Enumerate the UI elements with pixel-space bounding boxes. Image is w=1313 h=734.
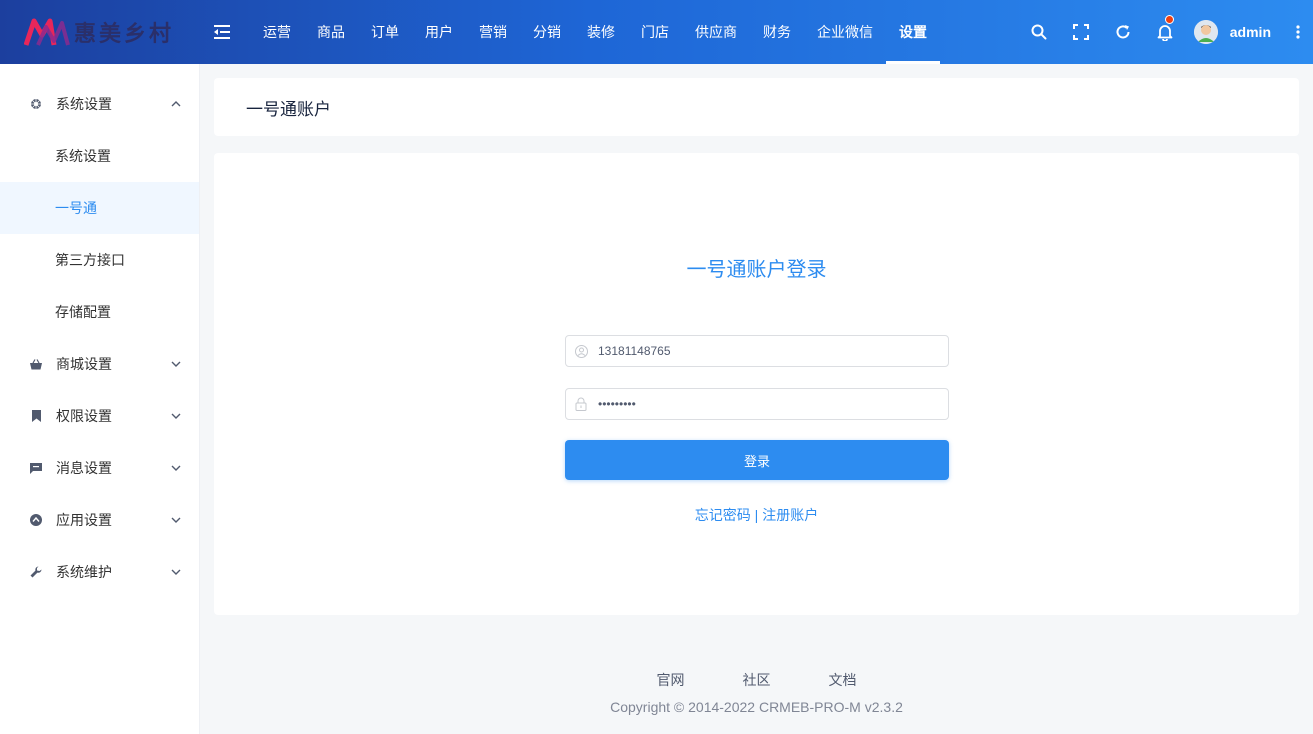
sidebar-group-label: 消息设置 <box>56 460 112 476</box>
menu-collapse-button[interactable] <box>212 22 232 42</box>
nav-product[interactable]: 商品 <box>304 0 358 64</box>
chevron-down-icon <box>171 517 181 523</box>
chevron-down-icon <box>171 413 181 419</box>
lock-icon <box>574 397 588 411</box>
nav-user[interactable]: 用户 <box>412 0 466 64</box>
chevron-down-icon <box>171 569 181 575</box>
refresh-button[interactable] <box>1102 0 1144 64</box>
fullscreen-button[interactable] <box>1060 0 1102 64</box>
login-title: 一号通账户登录 <box>686 259 827 281</box>
chevron-down-icon <box>171 465 181 471</box>
logo[interactable]: 惠美乡村 <box>0 0 200 64</box>
more-vertical-icon <box>1296 25 1300 39</box>
bookmark-icon <box>30 410 42 422</box>
app-icon <box>30 514 42 526</box>
sidebar-group-label: 系统设置 <box>56 96 112 112</box>
phone-field[interactable] <box>565 335 949 367</box>
footer-link-website[interactable]: 官网 <box>657 670 685 690</box>
password-input[interactable] <box>598 397 928 411</box>
sidebar-group-system-settings[interactable]: 系统设置 <box>0 78 199 130</box>
login-card: 一号通账户登录 登录 忘记密码 | 注册账户 <box>214 153 1299 615</box>
header-tools: admin <box>1018 0 1313 64</box>
username: admin <box>1229 24 1271 40</box>
refresh-icon <box>1116 25 1130 39</box>
bell-icon <box>1157 24 1173 41</box>
sidebar-item-storage-config[interactable]: 存储配置 <box>0 286 199 338</box>
wrench-icon <box>30 566 42 578</box>
sidebar-item-yihaotong[interactable]: 一号通 <box>0 182 199 234</box>
nav-supplier[interactable]: 供应商 <box>682 0 750 64</box>
nav-decoration[interactable]: 装修 <box>574 0 628 64</box>
sidebar-group-app-settings[interactable]: 应用设置 <box>0 494 199 546</box>
page-header-card: 一号通账户 <box>214 78 1299 136</box>
nav-store[interactable]: 门店 <box>628 0 682 64</box>
sidebar-item-third-party-api[interactable]: 第三方接口 <box>0 234 199 286</box>
sidebar: 系统设置 系统设置 一号通 第三方接口 存储配置 商城设置 权限设置 消息设置 … <box>0 64 200 734</box>
menu-fold-icon <box>214 25 230 39</box>
top-header: 惠美乡村 运营 商品 订单 用户 营销 分销 装修 门店 供应商 财务 企业微信… <box>0 0 1313 64</box>
search-icon <box>1031 24 1047 40</box>
nav-operation[interactable]: 运营 <box>250 0 304 64</box>
sidebar-group-message-settings[interactable]: 消息设置 <box>0 442 199 494</box>
logo-text: 惠美乡村 <box>74 21 175 47</box>
search-button[interactable] <box>1018 0 1060 64</box>
top-nav: 运营 商品 订单 用户 营销 分销 装修 门店 供应商 财务 企业微信 设置 <box>250 0 940 64</box>
nav-settings[interactable]: 设置 <box>886 0 940 64</box>
login-button[interactable]: 登录 <box>565 440 949 480</box>
chevron-up-icon <box>171 101 181 107</box>
footer-link-community[interactable]: 社区 <box>743 670 771 690</box>
sidebar-group-system-maintenance[interactable]: 系统维护 <box>0 546 199 598</box>
nav-finance[interactable]: 财务 <box>750 0 804 64</box>
chevron-down-icon <box>171 361 181 367</box>
login-links: 忘记密码 | 注册账户 <box>214 505 1299 525</box>
page-title: 一号通账户 <box>246 99 331 119</box>
message-icon <box>30 462 42 474</box>
sidebar-group-label: 权限设置 <box>56 408 112 424</box>
link-separator: | <box>750 507 763 523</box>
sidebar-group-label: 应用设置 <box>56 512 112 528</box>
nav-distribution[interactable]: 分销 <box>520 0 574 64</box>
user-menu[interactable]: admin <box>1186 0 1283 64</box>
phone-input[interactable] <box>598 344 928 358</box>
user-icon <box>574 344 588 358</box>
sidebar-group-permission-settings[interactable]: 权限设置 <box>0 390 199 442</box>
nav-marketing[interactable]: 营销 <box>466 0 520 64</box>
nav-wecom[interactable]: 企业微信 <box>804 0 886 64</box>
sidebar-item-system-settings[interactable]: 系统设置 <box>0 130 199 182</box>
sidebar-group-label: 系统维护 <box>56 564 112 580</box>
register-account-link[interactable]: 注册账户 <box>762 507 818 523</box>
user-avatar-icon <box>1193 20 1218 44</box>
notification-button[interactable] <box>1144 0 1186 64</box>
footer-link-docs[interactable]: 文档 <box>829 670 857 690</box>
more-button[interactable] <box>1283 0 1313 64</box>
forgot-password-link[interactable]: 忘记密码 <box>695 507 751 523</box>
fullscreen-icon <box>1072 24 1089 40</box>
logo-mark-icon <box>24 18 70 46</box>
avatar <box>1193 20 1218 44</box>
gear-icon <box>30 98 42 110</box>
notification-dot <box>1164 15 1174 24</box>
nav-order[interactable]: 订单 <box>358 0 412 64</box>
footer-links: 官网 社区 文档 <box>214 670 1299 690</box>
sidebar-group-mall-settings[interactable]: 商城设置 <box>0 338 199 390</box>
basket-icon <box>30 358 42 370</box>
sidebar-group-label: 商城设置 <box>56 356 112 372</box>
password-field[interactable] <box>565 388 949 420</box>
copyright: Copyright © 2014-2022 CRMEB-PRO-M v2.3.2 <box>610 699 903 715</box>
